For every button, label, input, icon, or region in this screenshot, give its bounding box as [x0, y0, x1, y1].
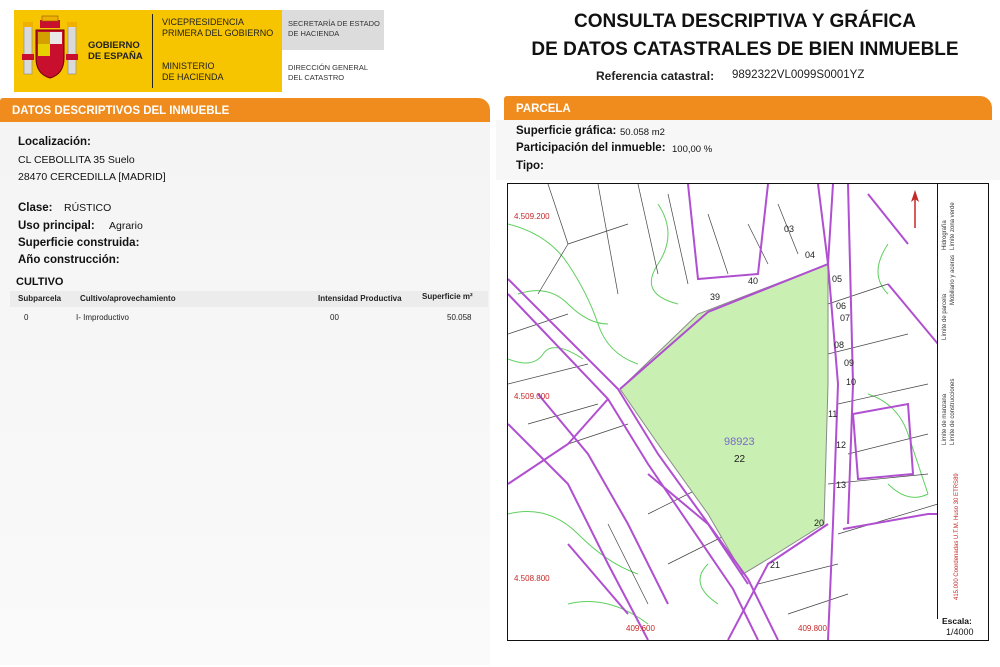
ministerio-label: MINISTERIO DE HACIENDA	[162, 61, 224, 82]
uso-label: Uso principal:	[18, 220, 95, 232]
superficie-construida-label: Superficie construida:	[18, 237, 140, 249]
lot-20: 20	[814, 518, 825, 528]
legend-item-5: Límite de construcciones	[950, 378, 956, 445]
gov-spain-label: GOBIERNO DE ESPAÑA	[88, 40, 143, 62]
legend-item-1: Mobiliario y aceras	[950, 254, 956, 305]
coord-label-1: 4.509.000	[514, 392, 550, 401]
participacion-label: Participación del inmueble:	[516, 142, 666, 154]
logo-divider	[152, 14, 153, 88]
cell-superficie: 50.058	[447, 313, 472, 322]
spain-coat-of-arms-icon	[22, 15, 78, 79]
col-cultivo: Cultivo/aprovechamiento	[80, 294, 176, 303]
uso-value: Agrario	[109, 220, 143, 232]
coord-label-3: 409.600	[626, 624, 655, 633]
vicepresidencia-label: VICEPRESIDENCIA PRIMERA DEL GOBIERNO	[162, 17, 274, 38]
legend-item-2: Hidrografía	[942, 220, 948, 250]
lot-04: 04	[805, 250, 816, 260]
scale-value: 1/4000	[946, 627, 974, 637]
lot-39: 39	[710, 292, 721, 302]
parcel-num-label: 22	[734, 454, 746, 465]
legend-divider	[937, 183, 938, 619]
address-line2: 28470 CERCEDILLA [MADRID]	[18, 171, 166, 183]
lot-21: 21	[770, 560, 781, 570]
cultivo-title: CULTIVO	[16, 276, 64, 288]
lot-07: 07	[840, 313, 851, 323]
superficie-grafica-label: Superficie gráfica:	[516, 125, 617, 137]
participacion-value: 100,00 %	[672, 144, 713, 155]
legend-item-3: Límite zona verde	[950, 202, 956, 250]
localizacion-label: Localización:	[18, 136, 91, 148]
map-drawing	[508, 184, 939, 640]
parcel-98923-shape	[619, 263, 829, 575]
superficie-grafica-value: 50.058 m2	[620, 127, 665, 138]
north-arrow-icon	[911, 190, 919, 228]
lot-10: 10	[846, 377, 857, 387]
lot-11: 11	[828, 409, 838, 419]
legend-item-4: Límite de manzana	[942, 393, 948, 445]
clase-label: Clase:	[18, 202, 53, 214]
clase-value: RÚSTICO	[64, 202, 112, 214]
lot-09: 09	[844, 358, 855, 368]
page-title: CONSULTA DESCRIPTIVA Y GRÁFICA DE DATOS …	[531, 11, 959, 60]
anio-construccion-label: Año construcción:	[18, 254, 120, 266]
parcela-section-header: PARCELA	[504, 96, 992, 120]
address-line1: CL CEBOLLITA 35 Suelo	[18, 154, 135, 166]
col-intensidad: Intensidad Productiva	[318, 294, 402, 303]
col-superficie: Superficie m²	[422, 292, 473, 301]
cadastral-map[interactable]: 4.509.200 4.509.000 4.508.800 409.600 40…	[507, 183, 989, 641]
descriptive-section-header: DATOS DESCRIPTIVOS DEL INMUEBLE	[0, 98, 490, 122]
lot-08: 08	[834, 340, 845, 350]
lot-03: 03	[784, 224, 795, 234]
secretaria-label: SECRETARÍA DE ESTADO DE HACIENDA	[288, 19, 380, 38]
scale-label: Escala:	[942, 616, 972, 626]
lot-13: 13	[836, 480, 847, 490]
coord-label-0: 4.509.200	[514, 212, 550, 221]
col-subparcela: Subparcela	[18, 294, 62, 303]
cell-cultivo: I- Improductivo	[76, 313, 129, 322]
tipo-label: Tipo:	[516, 160, 544, 172]
direccion-label: DIRECCIÓN GENERAL DEL CATASTRO	[288, 63, 369, 82]
lot-06: 06	[836, 301, 847, 311]
lot-05: 05	[832, 274, 843, 284]
cell-subparcela: 0	[24, 313, 29, 322]
ref-catastral-value: 9892322VL0099S0001YZ	[732, 69, 865, 81]
cell-intensidad: 00	[330, 313, 339, 322]
lot-12: 12	[836, 440, 847, 450]
legend-item-0: Límite de parcela	[942, 293, 948, 340]
coord-label-2: 4.508.800	[514, 574, 550, 583]
legend-footer: 415.000 Coordenadas U.T.M. Huso 30 ETRS8…	[954, 473, 960, 600]
lot-40: 40	[748, 276, 759, 286]
ref-catastral-label: Referencia catastral:	[596, 69, 715, 83]
coord-label-4: 409.800	[798, 624, 827, 633]
parcel-ref-label: 98923	[724, 436, 755, 448]
